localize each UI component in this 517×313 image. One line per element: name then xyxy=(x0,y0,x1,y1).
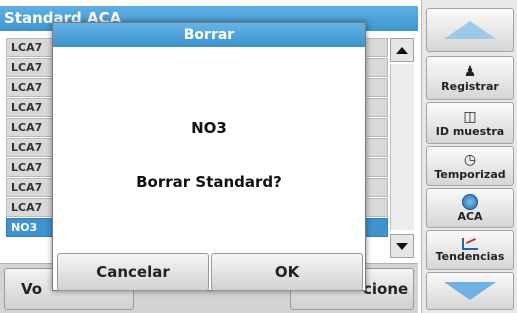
registrar-button[interactable]: ♟ Registrar xyxy=(426,56,514,100)
aca-button[interactable]: ACA xyxy=(426,188,514,228)
registrar-label: Registrar xyxy=(441,79,499,93)
page-up-button[interactable] xyxy=(426,8,514,52)
list-item-label: LCA7 xyxy=(11,60,43,74)
list-item-label: LCA7 xyxy=(11,140,43,154)
ok-button[interactable]: OK xyxy=(211,253,363,291)
side-panel: ♟ Registrar ◫ ID muestra ◷ Temporizad AC… xyxy=(421,0,517,313)
delete-dialog: Borrar NO3 Borrar Standard? Cancelar OK xyxy=(52,22,366,291)
page-down-button[interactable] xyxy=(426,272,514,310)
chevron-down-icon xyxy=(396,242,408,250)
temporizador-button[interactable]: ◷ Temporizad xyxy=(426,146,514,186)
trend-chart-icon xyxy=(462,237,478,250)
cancel-button[interactable]: Cancelar xyxy=(57,253,209,291)
list-item-label: LCA7 xyxy=(11,200,43,214)
list-item-label: LCA7 xyxy=(11,41,43,54)
dialog-parameter: NO3 xyxy=(191,119,227,137)
list-item-label: LCA7 xyxy=(11,160,43,174)
list-item-label: LCA7 xyxy=(11,180,43,194)
dialog-question: Borrar Standard? xyxy=(136,173,282,191)
list-item-label: LCA7 xyxy=(11,120,43,134)
sample-bottle-icon: ◫ xyxy=(463,108,477,125)
list-item-label: LCA7 xyxy=(11,80,43,94)
timer-icon: ◷ xyxy=(463,151,477,168)
dialog-title: Borrar xyxy=(53,23,365,47)
list-item-label: NO3 xyxy=(11,220,38,234)
tendencias-label: Tendencias xyxy=(435,249,505,263)
arrow-up-icon xyxy=(444,21,496,39)
aca-label: ACA xyxy=(457,209,483,223)
id-muestra-label: ID muestra xyxy=(435,124,505,138)
scrollbar-track[interactable] xyxy=(390,64,414,230)
tendencias-button[interactable]: Tendencias xyxy=(426,230,514,270)
temporizador-label: Temporizad xyxy=(434,167,506,181)
aca-globe-icon xyxy=(462,193,478,210)
chevron-up-icon xyxy=(396,46,408,54)
scroll-down-button[interactable] xyxy=(390,234,414,258)
screen: Standard ACA LCA7 LCA7 LCA7 LCA7 LCA7 LCA7 LCA… xyxy=(0,0,517,313)
list-item-label: LCA7 xyxy=(11,100,43,114)
person-icon: ♟ xyxy=(463,63,477,80)
arrow-down-icon xyxy=(444,282,496,300)
id-muestra-button[interactable]: ◫ ID muestra xyxy=(426,102,514,144)
scroll-up-button[interactable] xyxy=(390,38,414,62)
